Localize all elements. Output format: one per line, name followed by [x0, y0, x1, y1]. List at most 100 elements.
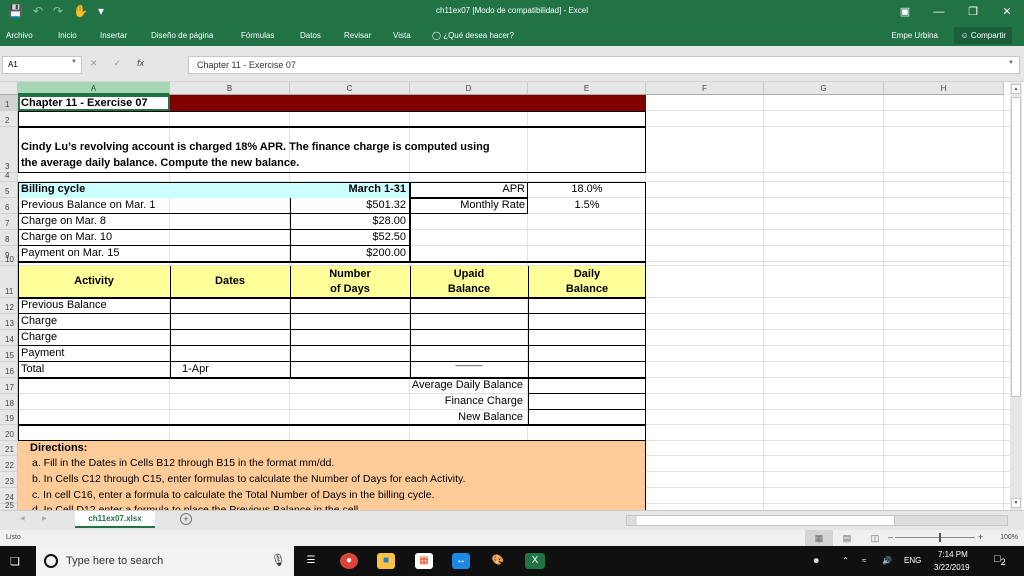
tab-vista[interactable]: Vista: [393, 31, 411, 40]
cell-E6-monthly[interactable]: 1.5%: [528, 199, 646, 213]
column-header-d[interactable]: D: [410, 82, 528, 95]
row-header[interactable]: 1: [0, 95, 18, 111]
expand-formula-icon[interactable]: ▼: [1008, 60, 1014, 66]
column-header-e[interactable]: E: [528, 82, 646, 95]
insert-function-icon[interactable]: fx: [137, 58, 144, 69]
zoom-slider-handle[interactable]: [939, 533, 941, 542]
row-header[interactable]: 6: [0, 198, 18, 214]
row-header[interactable]: 15: [0, 346, 18, 362]
scroll-down-icon[interactable]: ▼: [1011, 498, 1021, 508]
zoom-in-icon[interactable]: +: [978, 532, 983, 542]
direction-item[interactable]: c. In cell C16, enter a formula to calcu…: [32, 489, 632, 503]
taskbar-search[interactable]: Type here to search 🎙: [36, 546, 294, 576]
worksheet-grid[interactable]: A B C D E F G H 1 2 3 4 5 6 7 8 9 10 11 12 13 14 15 16 17 18 19 20 2…: [0, 82, 1010, 510]
tab-formulas[interactable]: Fórmulas: [241, 31, 274, 40]
formula-input[interactable]: Chapter 11 - Exercise 07 ▼: [188, 56, 1020, 74]
row-header[interactable]: 13: [0, 314, 18, 330]
cell-A3-line1[interactable]: Cindy Lu’s revolving account is charged …: [21, 141, 641, 155]
microphone-icon[interactable]: 🎙: [271, 553, 286, 567]
cell-E5-apr[interactable]: 18.0%: [528, 183, 646, 197]
add-sheet-icon[interactable]: +: [180, 513, 192, 525]
clock-time[interactable]: 7:14 PM: [938, 550, 968, 559]
cell-D6-monthly-label[interactable]: Monthly Rate: [410, 199, 525, 213]
row-header[interactable]: 19: [0, 410, 18, 425]
next-sheet-icon[interactable]: ▶: [42, 515, 47, 522]
table-row-activity[interactable]: Total: [21, 363, 171, 377]
row-header[interactable]: 3: [0, 127, 18, 173]
excel-taskbar-icon[interactable]: X: [525, 553, 545, 569]
cell-A1-title[interactable]: Chapter 11 - Exercise 07: [21, 96, 171, 110]
scroll-up-icon[interactable]: ▲: [1011, 84, 1021, 94]
direction-item[interactable]: a. Fill in the Dates in Cells B12 throug…: [32, 457, 632, 471]
tab-insertar[interactable]: Insertar: [100, 31, 127, 40]
row-header[interactable]: 4: [0, 171, 18, 182]
clock-date[interactable]: 3/22/2019: [934, 563, 970, 572]
table-row-activity[interactable]: Charge: [21, 331, 171, 345]
row-header[interactable]: 17: [0, 378, 18, 394]
restore-button[interactable]: ❐: [956, 0, 990, 24]
row-header[interactable]: 12: [0, 298, 18, 314]
column-header-h[interactable]: H: [884, 82, 1004, 95]
header-unpaid-2[interactable]: Balance: [410, 283, 528, 297]
tab-datos[interactable]: Datos: [300, 31, 321, 40]
file-explorer-icon[interactable]: ■: [377, 553, 395, 569]
summary-label[interactable]: Average Daily Balance: [300, 379, 523, 393]
header-daily-1[interactable]: Daily: [528, 268, 646, 282]
zoom-slider[interactable]: [895, 533, 975, 542]
sheet-tab[interactable]: ch11ex07.xlsx: [75, 511, 155, 528]
store-icon[interactable]: ▦: [415, 553, 433, 569]
cell-B16-total-date[interactable]: 1-Apr: [182, 363, 282, 377]
row-header[interactable]: 7: [0, 214, 18, 230]
teamviewer-icon[interactable]: ↔: [452, 553, 470, 569]
zoom-level[interactable]: 100%: [1000, 534, 1018, 541]
table-row-activity[interactable]: Charge: [21, 315, 171, 329]
row-header[interactable]: 14: [0, 330, 18, 346]
wifi-icon[interactable]: ≈: [862, 556, 866, 565]
row-header[interactable]: 2: [0, 111, 18, 127]
billing-item-amount[interactable]: $52.50: [290, 231, 406, 245]
cell-C5-period[interactable]: March 1-31: [290, 183, 406, 197]
column-header-g[interactable]: G: [764, 82, 884, 95]
cell-D16-total-unpaid[interactable]: ———: [410, 360, 528, 374]
row-header[interactable]: 20: [0, 425, 18, 441]
name-box[interactable]: A1 ▼: [2, 56, 82, 74]
chevron-down-icon[interactable]: ▼: [71, 59, 77, 65]
ribbon-display-icon[interactable]: ▣: [888, 0, 922, 24]
tell-me-box[interactable]: ◯ ¿Qué desea hacer?: [432, 31, 514, 40]
vertical-scrollbar[interactable]: ▲ ▼: [1010, 82, 1022, 510]
task-view-icon[interactable]: ☰: [302, 553, 320, 569]
header-daily-2[interactable]: Balance: [528, 283, 646, 297]
zoom-out-icon[interactable]: –: [888, 532, 893, 542]
hscroll-thumb[interactable]: [637, 516, 895, 525]
billing-item-label[interactable]: Charge on Mar. 8: [21, 215, 281, 229]
billing-item-amount[interactable]: $200.00: [290, 247, 406, 261]
volume-icon[interactable]: 🔊: [882, 556, 892, 565]
action-center-icon[interactable]: □2: [994, 553, 1006, 567]
page-break-icon[interactable]: ◫: [861, 530, 889, 546]
select-all-corner[interactable]: [0, 82, 18, 95]
column-header-b[interactable]: B: [170, 82, 290, 95]
table-row-activity[interactable]: Previous Balance: [21, 299, 171, 313]
prev-sheet-icon[interactable]: ◀: [20, 515, 25, 522]
billing-item-amount[interactable]: $28.00: [290, 215, 406, 229]
table-row-activity[interactable]: Payment: [21, 347, 171, 361]
column-header-f[interactable]: F: [646, 82, 764, 95]
minimize-button[interactable]: —: [922, 0, 956, 24]
row-header[interactable]: 21: [0, 441, 18, 456]
direction-item[interactable]: b. In Cells C12 through C15, enter formu…: [32, 473, 632, 487]
header-unpaid-1[interactable]: Upaid: [410, 268, 528, 282]
row-header[interactable]: 18: [0, 394, 18, 410]
people-icon[interactable]: ☻: [812, 556, 820, 565]
tab-inicio[interactable]: Inicio: [58, 31, 77, 40]
billing-item-label[interactable]: Charge on Mar. 10: [21, 231, 281, 245]
cell-D5-apr-label[interactable]: APR: [410, 183, 525, 197]
directions-title[interactable]: Directions:: [30, 442, 230, 456]
billing-item-label[interactable]: Previous Balance on Mar. 1: [21, 199, 281, 213]
close-button[interactable]: ✕: [990, 0, 1024, 24]
cancel-icon[interactable]: ✕: [90, 58, 98, 69]
cell-A5-billing-label[interactable]: Billing cycle: [21, 183, 221, 197]
header-dates[interactable]: Dates: [170, 275, 290, 289]
horizontal-scrollbar[interactable]: [626, 515, 1008, 526]
row-header[interactable]: 23: [0, 472, 18, 488]
row-header[interactable]: 22: [0, 456, 18, 472]
